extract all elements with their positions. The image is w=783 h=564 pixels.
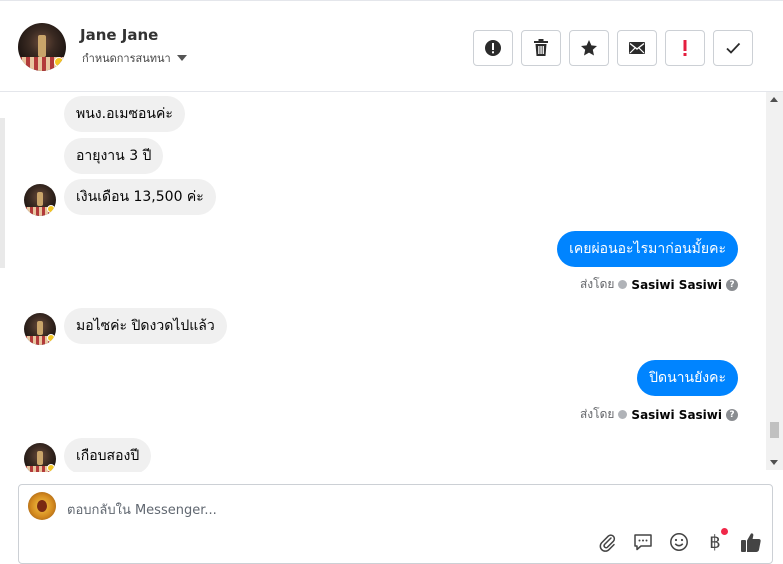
sender-name[interactable]: Sasiwi Sasiwi <box>631 278 722 292</box>
sender-name[interactable]: Sasiwi Sasiwi <box>631 408 722 422</box>
page-avatar <box>28 492 56 520</box>
done-button[interactable] <box>713 30 753 66</box>
incoming-message: เกือบสองปี <box>64 438 152 472</box>
avatar-figure <box>38 35 46 57</box>
avatar-badge <box>54 57 64 67</box>
contact-avatar-small <box>24 184 56 216</box>
avatar-figure <box>37 451 43 465</box>
unread-button[interactable] <box>617 30 657 66</box>
help-icon[interactable]: ? <box>726 278 738 291</box>
header-actions <box>473 30 753 66</box>
speech-bubble-icon <box>634 534 652 551</box>
attach-button[interactable] <box>596 531 618 553</box>
avatar-figure <box>37 321 43 335</box>
follow-up-button[interactable] <box>665 30 705 66</box>
assign-conversation-dropdown[interactable]: กำหนดการสนทนา <box>82 49 187 67</box>
reply-input[interactable]: ตอบกลับใน Messenger... <box>67 499 217 520</box>
star-icon <box>581 40 597 56</box>
outgoing-message: ปิดนานยังคะ <box>637 360 738 396</box>
baht-icon: ฿ <box>709 531 721 553</box>
emoji-button[interactable] <box>668 531 690 553</box>
conversation-header: Jane Jane กำหนดการสนทนา <box>0 0 783 92</box>
sent-by-line: ส่งโดย Sasiwi Sasiwi ? <box>580 405 738 424</box>
delete-button[interactable] <box>521 30 561 66</box>
scroll-thumb[interactable] <box>770 422 779 438</box>
help-icon[interactable]: ? <box>726 408 738 421</box>
avatar-badge <box>47 464 55 472</box>
smiley-icon <box>670 533 688 551</box>
message-thread: พนง.อเมซอนค่ะ อายุงาน 3 ปี เงินเดือน 13,… <box>0 92 783 472</box>
contact-avatar-small <box>24 313 56 345</box>
reply-composer[interactable]: ตอบกลับใน Messenger... ฿ <box>18 484 773 564</box>
contact-avatar[interactable] <box>18 23 66 71</box>
thread-scrollbar[interactable] <box>766 92 783 470</box>
scroll-down-arrow-icon[interactable] <box>770 460 778 465</box>
caret-down-icon <box>176 55 187 61</box>
composer-tools: ฿ <box>596 528 762 553</box>
verified-check-icon <box>618 410 628 419</box>
paperclip-icon <box>599 534 616 552</box>
avatar-badge <box>47 205 55 213</box>
notification-dot <box>721 528 728 535</box>
star-button[interactable] <box>569 30 609 66</box>
check-icon <box>726 42 741 54</box>
spam-button[interactable] <box>473 30 513 66</box>
incoming-message: เงินเดือน 13,500 ค่ะ <box>64 179 216 215</box>
avatar-badge <box>47 334 55 342</box>
thumbs-up-icon <box>741 533 761 552</box>
avatar-figure <box>37 192 43 206</box>
trash-icon <box>534 39 548 56</box>
assign-conversation-label: กำหนดการสนทนา <box>82 52 171 65</box>
exclamation-icon <box>683 40 687 56</box>
incoming-message: อายุงาน 3 ปี <box>64 138 164 174</box>
outgoing-message: เคยผ่อนอะไรมาก่อนมั้ยคะ <box>557 231 738 267</box>
scroll-up-arrow-icon[interactable] <box>770 97 778 102</box>
like-button[interactable] <box>740 531 762 553</box>
saved-replies-button[interactable] <box>632 531 654 553</box>
contact-avatar-small <box>24 443 56 472</box>
envelope-icon <box>629 42 645 54</box>
contact-name[interactable]: Jane Jane <box>80 26 158 44</box>
sent-by-label: ส่งโดย <box>579 407 615 421</box>
sent-by-label: ส่งโดย <box>579 277 615 291</box>
incoming-message: มอไซค่ะ ปิดงวดไปแล้ว <box>64 308 227 344</box>
verified-check-icon <box>618 280 628 289</box>
incoming-message: พนง.อเมซอนค่ะ <box>64 96 185 132</box>
sent-by-line: ส่งโดย Sasiwi Sasiwi ? <box>580 275 738 294</box>
alert-circle-icon <box>485 40 501 56</box>
payment-button[interactable]: ฿ <box>704 528 728 553</box>
